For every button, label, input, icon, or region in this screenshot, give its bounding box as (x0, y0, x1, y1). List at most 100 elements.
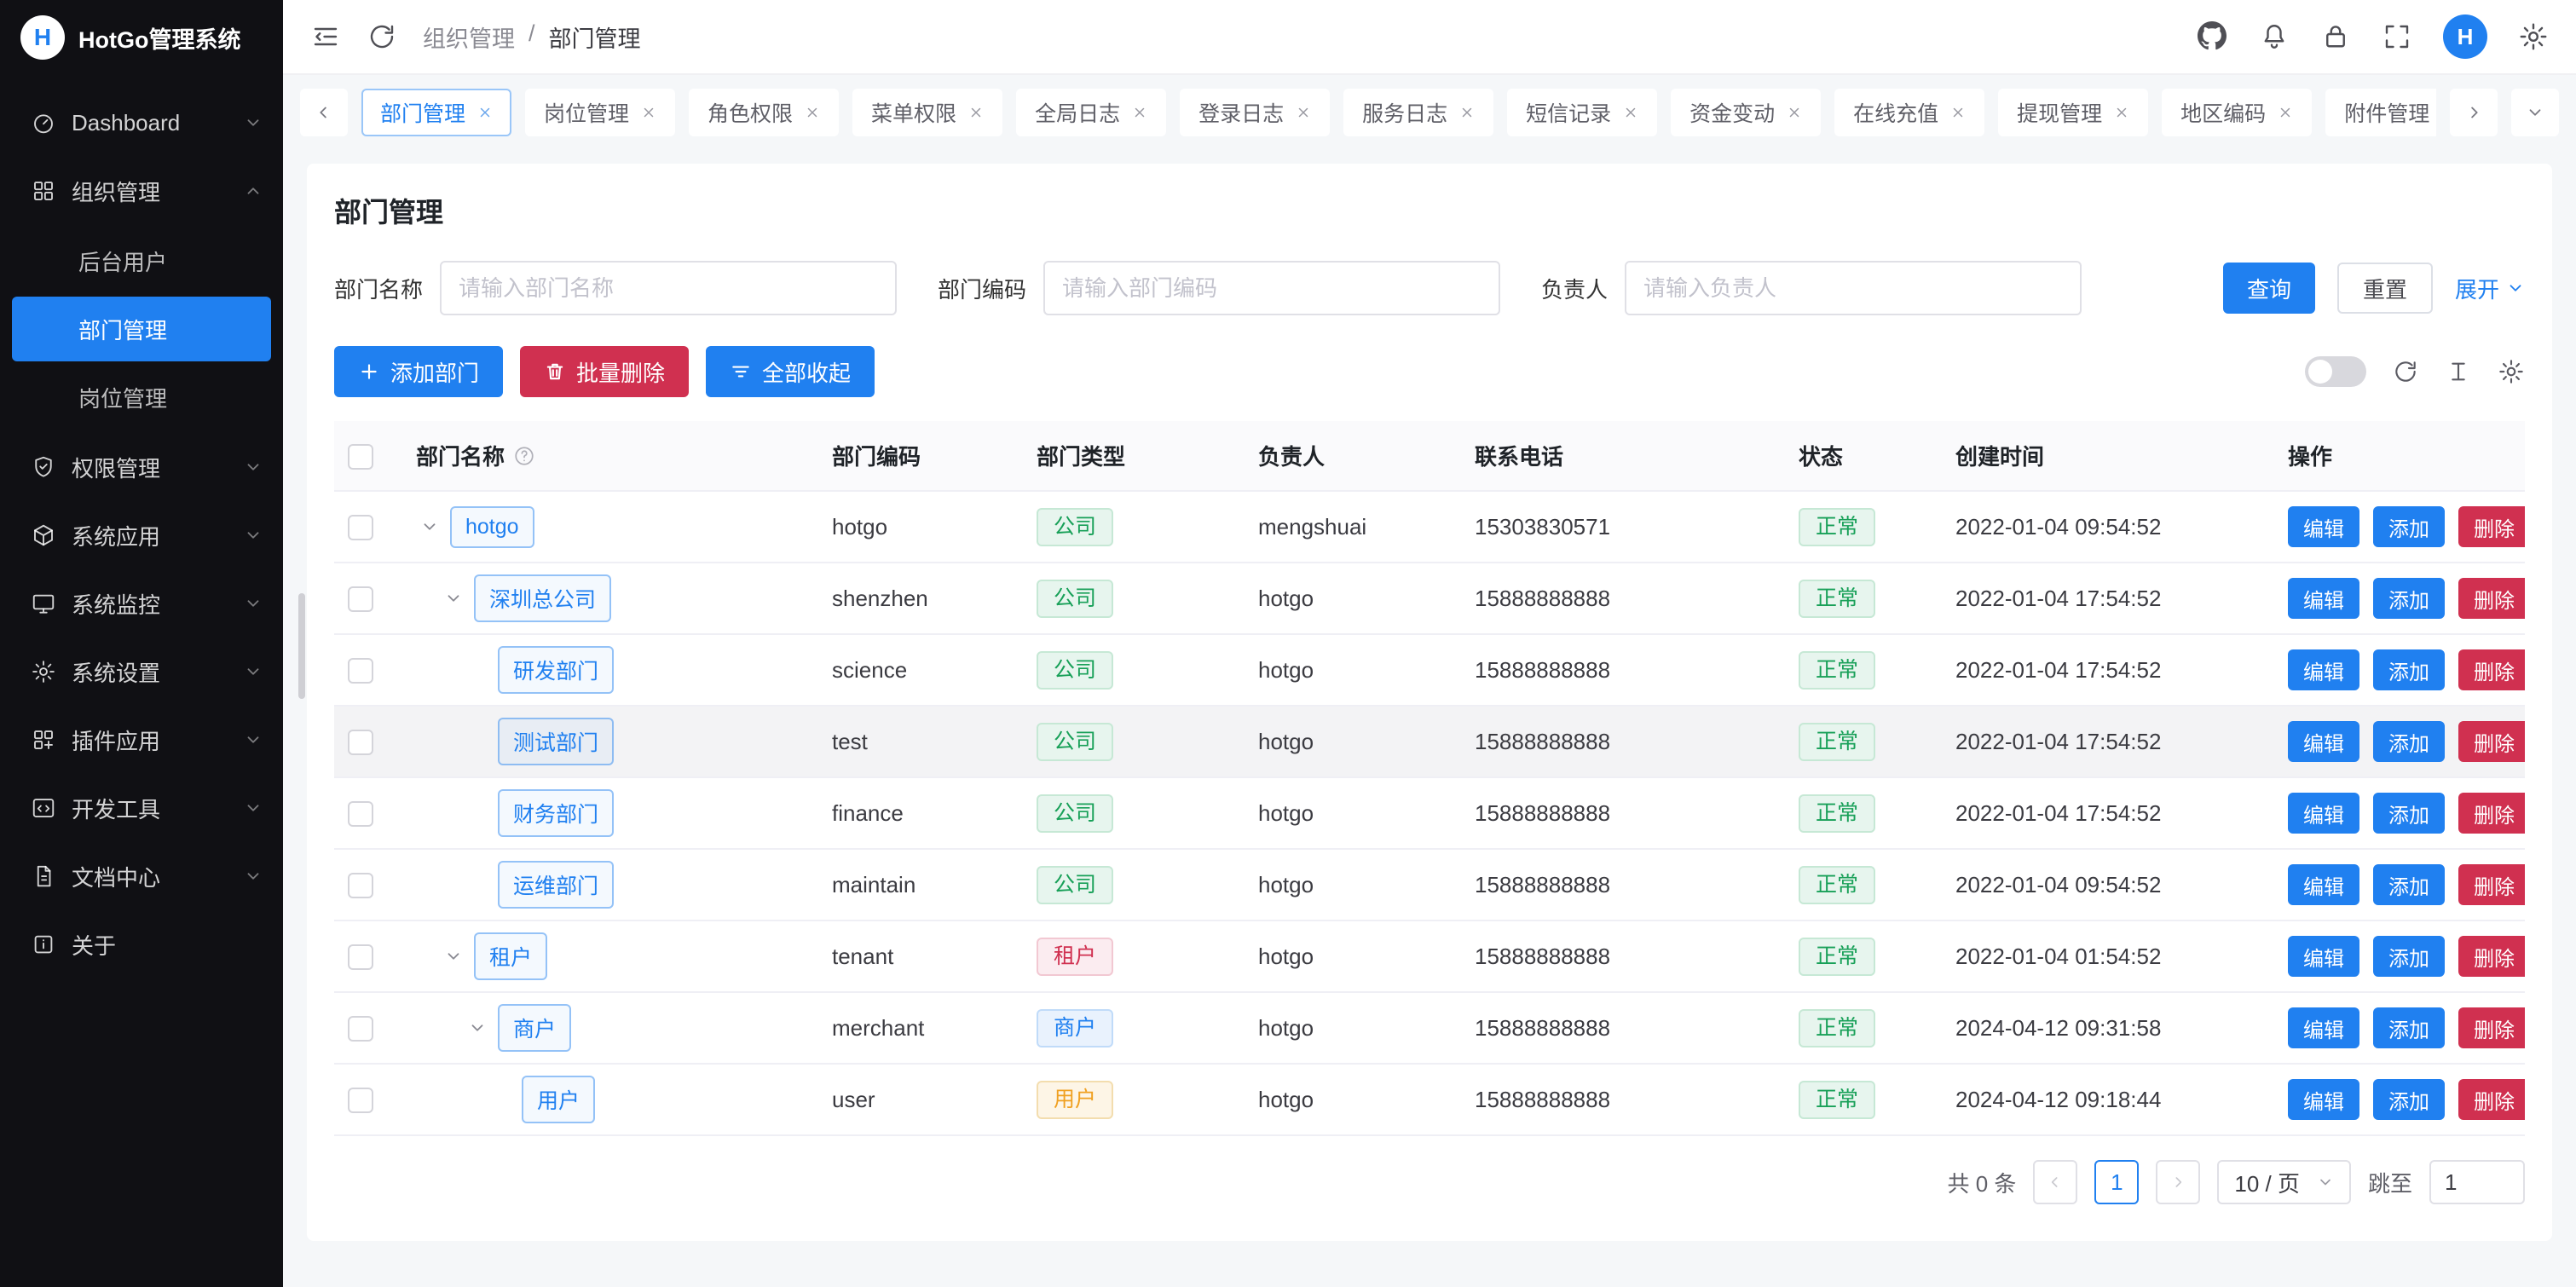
row-checkbox[interactable] (348, 586, 373, 612)
dept-name-link[interactable]: 测试部门 (498, 718, 614, 765)
row-checkbox[interactable] (348, 515, 373, 540)
tab-login-log[interactable]: 登录日志 (1180, 89, 1330, 136)
expand-chevron-icon[interactable] (440, 943, 467, 970)
row-checkbox[interactable] (348, 730, 373, 755)
edit-button[interactable]: 编辑 (2288, 1079, 2359, 1120)
sidebar-item-sys-app[interactable]: 系统应用 (0, 501, 283, 569)
add-button[interactable]: 添加 (2373, 649, 2445, 690)
edit-button[interactable]: 编辑 (2288, 721, 2359, 762)
tab-role-perm[interactable]: 角色权限 (689, 89, 839, 136)
owner-input[interactable] (1625, 261, 2082, 315)
column-settings-gear-icon[interactable] (2498, 358, 2525, 385)
sidebar-item-sys-monitor[interactable]: 系统监控 (0, 569, 283, 638)
close-icon[interactable] (1459, 105, 1475, 120)
next-page-button[interactable] (2156, 1160, 2200, 1204)
app-logo[interactable]: H HotGo管理系统 (0, 0, 283, 75)
edit-button[interactable]: 编辑 (2288, 506, 2359, 547)
batch-delete-button[interactable]: 批量删除 (520, 346, 689, 397)
close-icon[interactable] (968, 105, 984, 120)
user-avatar[interactable]: H (2443, 14, 2487, 59)
settings-gear-icon[interactable] (2518, 21, 2549, 52)
dept-name-input[interactable] (440, 261, 897, 315)
tab-menu-perm[interactable]: 菜单权限 (852, 89, 1002, 136)
expand-chevron-icon[interactable] (440, 585, 467, 612)
tab-online-recharge[interactable]: 在线充值 (1834, 89, 1984, 136)
dept-name-link[interactable]: 财务部门 (498, 789, 614, 837)
tabs-dropdown-button[interactable] (2511, 89, 2559, 136)
close-icon[interactable] (1623, 105, 1638, 120)
reload-table-icon[interactable] (2392, 358, 2419, 385)
add-button[interactable]: 添加 (2373, 936, 2445, 977)
sidebar-sub-dept-manage[interactable]: 部门管理 (12, 297, 271, 361)
row-checkbox[interactable] (348, 658, 373, 684)
tab-global-log[interactable]: 全局日志 (1016, 89, 1166, 136)
add-button[interactable]: 添加 (2373, 721, 2445, 762)
edit-button[interactable]: 编辑 (2288, 793, 2359, 834)
close-icon[interactable] (1132, 105, 1147, 120)
github-icon[interactable] (2198, 21, 2228, 52)
row-checkbox[interactable] (348, 944, 373, 970)
add-button[interactable]: 添加 (2373, 506, 2445, 547)
delete-button[interactable]: 删除 (2458, 864, 2525, 905)
edit-button[interactable]: 编辑 (2288, 1007, 2359, 1048)
sidebar-item-dev-tools[interactable]: 开发工具 (0, 774, 283, 842)
dept-name-link[interactable]: hotgo (450, 506, 534, 548)
add-button[interactable]: 添加 (2373, 793, 2445, 834)
sidebar-sub-post-manage[interactable]: 岗位管理 (12, 365, 271, 430)
close-icon[interactable] (641, 105, 656, 120)
sidebar-scrollbar[interactable] (298, 593, 305, 699)
sidebar-item-perm-manage[interactable]: 权限管理 (0, 433, 283, 501)
dept-name-link[interactable]: 租户 (474, 932, 547, 980)
dept-name-link[interactable]: 商户 (498, 1004, 571, 1052)
tab-post-manage[interactable]: 岗位管理 (525, 89, 675, 136)
page-size-select[interactable]: 10 / 页 (2217, 1160, 2351, 1204)
delete-button[interactable]: 删除 (2458, 1007, 2525, 1048)
add-button[interactable]: 添加 (2373, 578, 2445, 619)
tabs-scroll-left-button[interactable] (300, 89, 348, 136)
query-button[interactable]: 查询 (2223, 263, 2315, 314)
row-checkbox[interactable] (348, 873, 373, 898)
lock-icon[interactable] (2320, 21, 2351, 52)
prev-page-button[interactable] (2033, 1160, 2077, 1204)
delete-button[interactable]: 删除 (2458, 793, 2525, 834)
expand-chevron-icon[interactable] (416, 513, 443, 540)
sidebar-item-org-manage[interactable]: 组织管理 (0, 157, 283, 225)
select-all-checkbox[interactable] (348, 444, 373, 470)
add-button[interactable]: 添加 (2373, 1079, 2445, 1120)
close-icon[interactable] (477, 105, 493, 120)
sidebar-item-sys-setting[interactable]: 系统设置 (0, 638, 283, 706)
dept-name-link[interactable]: 深圳总公司 (474, 574, 611, 622)
sidebar-item-about[interactable]: 关于 (0, 910, 283, 978)
row-checkbox[interactable] (348, 1016, 373, 1042)
sidebar-item-plugin-app[interactable]: 插件应用 (0, 706, 283, 774)
delete-button[interactable]: 删除 (2458, 578, 2525, 619)
jump-page-input[interactable] (2429, 1160, 2525, 1204)
collapse-all-button[interactable]: 全部收起 (706, 346, 875, 397)
delete-button[interactable]: 删除 (2458, 1079, 2525, 1120)
notification-bell-icon[interactable] (2259, 21, 2290, 52)
row-height-icon[interactable] (2445, 358, 2472, 385)
page-number-button[interactable]: 1 (2094, 1160, 2139, 1204)
close-icon[interactable] (2278, 105, 2293, 120)
close-icon[interactable] (1950, 105, 1966, 120)
tab-service-log[interactable]: 服务日志 (1343, 89, 1493, 136)
tab-region-code[interactable]: 地区编码 (2162, 89, 2312, 136)
tab-attachment-manage[interactable]: 附件管理 (2325, 89, 2436, 136)
edit-button[interactable]: 编辑 (2288, 936, 2359, 977)
menu-fold-icon[interactable] (310, 21, 341, 52)
edit-button[interactable]: 编辑 (2288, 578, 2359, 619)
close-icon[interactable] (805, 105, 820, 120)
add-button[interactable]: 添加 (2373, 1007, 2445, 1048)
refresh-icon[interactable] (367, 21, 397, 52)
tabs-scroll-right-button[interactable] (2450, 89, 2498, 136)
tab-withdraw-manage[interactable]: 提现管理 (1998, 89, 2148, 136)
delete-button[interactable]: 删除 (2458, 506, 2525, 547)
delete-button[interactable]: 删除 (2458, 936, 2525, 977)
tab-dept-manage[interactable]: 部门管理 (361, 89, 511, 136)
delete-button[interactable]: 删除 (2458, 649, 2525, 690)
sidebar-item-dashboard[interactable]: Dashboard (0, 89, 283, 157)
expand-chevron-icon[interactable] (464, 1014, 491, 1042)
breadcrumb-parent[interactable]: 组织管理 (423, 20, 515, 54)
edit-button[interactable]: 编辑 (2288, 649, 2359, 690)
dept-name-link[interactable]: 研发部门 (498, 646, 614, 694)
